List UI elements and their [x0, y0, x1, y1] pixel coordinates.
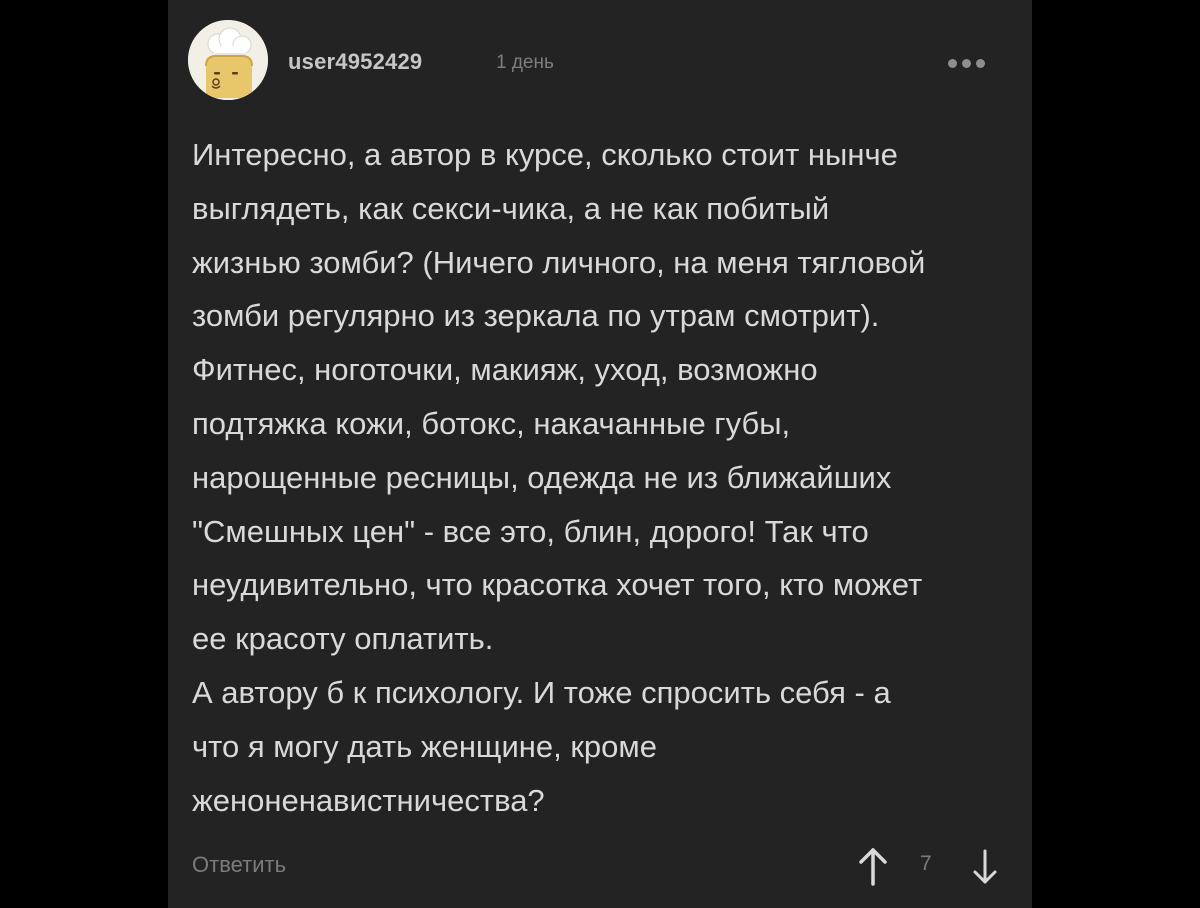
comment-line: А автору б к психологу. И тоже спросить … — [192, 674, 891, 710]
comment-line: выглядеть, как секси-чика, а не как поби… — [192, 190, 830, 226]
arrow-down-icon — [973, 849, 997, 884]
comment-card: user4952429 1 день Интересно, а автор в … — [168, 0, 1032, 908]
comment-actions: Ответить 7 — [192, 840, 1008, 890]
upvote-button[interactable] — [856, 846, 890, 886]
comment-line: "Смешных цен" - все это, блин, дорого! Т… — [192, 513, 869, 549]
reply-button[interactable]: Ответить — [192, 852, 286, 878]
comment-time: 1 день — [496, 52, 554, 73]
arrow-up-icon — [859, 848, 887, 886]
comment-rating: 7 — [920, 852, 932, 875]
comment-line: Интересно, а автор в курсе, сколько стои… — [192, 137, 898, 172]
avatar[interactable] — [188, 20, 268, 100]
comment-line: что я могу дать женщине, кроме — [192, 728, 657, 764]
comment-text: Интересно, а автор в курсе, сколько стои… — [192, 128, 1004, 827]
downvote-button[interactable] — [970, 848, 1000, 886]
comment-line: ее красоту оплатить. — [192, 621, 494, 657]
comment-line: подтяжка кожи, ботокс, накачанные губы, — [192, 405, 791, 441]
comment-line: зомби регулярно из зеркала по утрам смот… — [192, 298, 880, 334]
comment-line: Фитнес, ноготочки, макияж, уход, возможн… — [192, 352, 818, 388]
screen: user4952429 1 день Интересно, а автор в … — [0, 0, 1200, 908]
more-dots-icon[interactable] — [948, 56, 1000, 70]
comment-line: неудивительно, что красотка хочет того, … — [192, 567, 923, 603]
comment-header: user4952429 1 день — [188, 20, 1008, 100]
comment-line: нарощенные ресницы, одежда не из ближайш… — [192, 459, 892, 495]
author-username[interactable]: user4952429 — [288, 49, 422, 75]
chef-hat-toast-avatar-icon — [188, 20, 268, 100]
more-dot — [976, 58, 985, 68]
more-dot — [962, 58, 971, 68]
more-dot — [948, 58, 957, 68]
comment-line: жизнью зомби? (Ничего личного, на меня т… — [192, 244, 926, 280]
comment-line: женоненавистничества? — [192, 782, 545, 818]
